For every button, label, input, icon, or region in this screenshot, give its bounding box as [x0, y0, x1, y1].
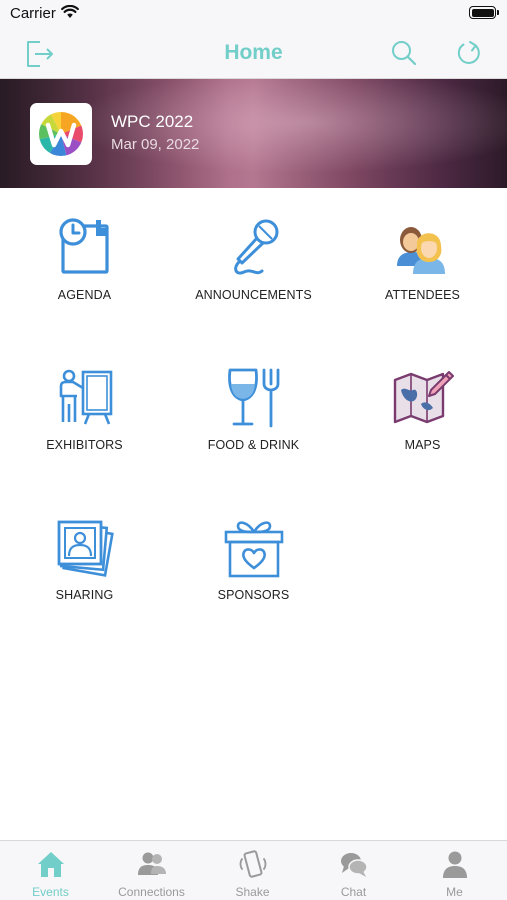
- chat-icon: [340, 853, 368, 877]
- tab-events[interactable]: Events: [0, 841, 101, 900]
- menu-label: SHARING: [55, 588, 114, 602]
- navigation-bar: Home: [0, 28, 507, 79]
- tab-label: Me: [446, 885, 463, 899]
- tab-me[interactable]: Me: [404, 841, 505, 900]
- connections-icon: [137, 852, 166, 875]
- map-pencil-icon: [393, 371, 454, 424]
- search-icon: [392, 41, 417, 66]
- wifi-icon: [61, 5, 79, 18]
- menu-tile-sharing[interactable]: SHARING: [0, 516, 169, 646]
- carrier-label: Carrier: [10, 5, 56, 22]
- gift-icon: [224, 521, 283, 578]
- search-button[interactable]: [387, 36, 421, 70]
- home-icon: [37, 852, 64, 877]
- tab-chat[interactable]: Chat: [303, 841, 404, 900]
- menu-label: MAPS: [404, 438, 441, 452]
- tab-label: Connections: [118, 885, 185, 899]
- menu-label: FOOD & DRINK: [207, 438, 300, 452]
- tab-connections[interactable]: Connections: [101, 841, 202, 900]
- tab-label: Events: [32, 885, 69, 899]
- refresh-button[interactable]: [452, 36, 486, 70]
- event-name: WPC 2022: [111, 112, 194, 131]
- event-date: Mar 09, 2022: [111, 136, 200, 153]
- tab-label: Shake: [235, 885, 270, 899]
- tab-label: Chat: [340, 885, 367, 899]
- menu-tile-agenda[interactable]: AGENDA: [0, 216, 169, 346]
- event-banner[interactable]: WPC 2022 Mar 09, 2022: [0, 79, 507, 188]
- person-icon: [442, 851, 467, 878]
- menu-tile-exhibitors[interactable]: EXHIBITORS: [0, 366, 169, 496]
- people-icon: [396, 227, 445, 274]
- glass-fork-icon: [227, 368, 279, 428]
- tab-bar: Events Connections Shake Chat Me: [0, 840, 507, 900]
- photos-icon: [57, 520, 114, 577]
- menu-label: ANNOUNCEMENTS: [195, 288, 312, 302]
- microphone-icon: [233, 219, 278, 275]
- menu-label: EXHIBITORS: [46, 438, 123, 452]
- menu-tile-maps[interactable]: MAPS: [338, 366, 507, 496]
- menu-tile-announcements[interactable]: ANNOUNCEMENTS: [169, 216, 338, 346]
- calendar-clock-icon: [58, 218, 109, 274]
- menu-label: AGENDA: [57, 288, 112, 302]
- menu-tile-attendees[interactable]: ATTENDEES: [338, 216, 507, 346]
- menu-label: SPONSORS: [217, 588, 290, 602]
- shake-phone-icon: [239, 850, 266, 878]
- status-bar: Carrier: [0, 0, 507, 28]
- refresh-icon: [457, 41, 480, 64]
- presenter-icon: [59, 369, 112, 425]
- page-title: Home: [224, 41, 283, 64]
- tab-shake[interactable]: Shake: [202, 841, 303, 900]
- menu-label: ATTENDEES: [385, 288, 460, 302]
- menu-tile-food-drink[interactable]: FOOD & DRINK: [169, 366, 338, 496]
- event-logo: [30, 103, 92, 165]
- wpc-logo-icon: [39, 112, 83, 156]
- menu-tile-sponsors[interactable]: SPONSORS: [169, 516, 338, 646]
- battery-icon: [469, 6, 499, 19]
